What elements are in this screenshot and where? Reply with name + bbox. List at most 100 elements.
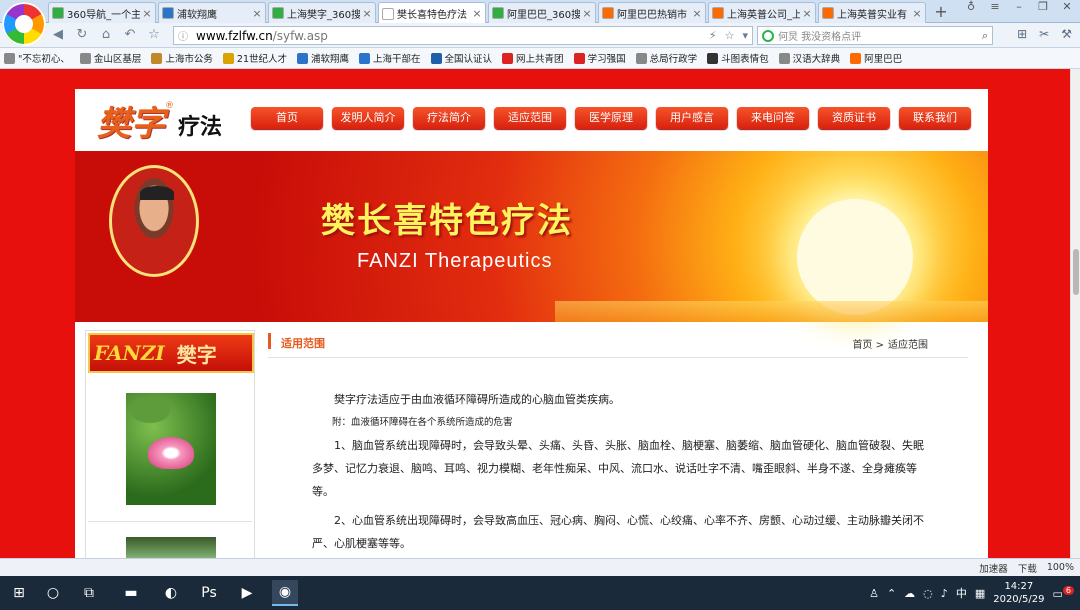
browser-tab[interactable]: 上海樊字_360搜 × <box>268 2 376 23</box>
bookmark-icon <box>4 52 15 64</box>
tray-expand-icon[interactable]: ⌃ <box>887 587 896 600</box>
nav-item[interactable]: 资质证书 <box>818 107 890 129</box>
notification-icon[interactable]: ▭ 6 <box>1053 585 1074 600</box>
bookmark-item[interactable]: 总局行政学 <box>635 51 697 65</box>
search-icon[interactable]: ⌕ <box>982 29 988 43</box>
browser-tab[interactable]: 阿里巴巴热销市 × <box>598 2 706 23</box>
bookmark-item[interactable]: 上海市公务 <box>151 51 213 65</box>
address-bar[interactable]: ⓘ www.fzlfw.cn /syfw.asp ⚡ ☆ ▾ <box>173 26 753 45</box>
tab-label: 上海英普公司_上 <box>727 9 800 21</box>
keyboard-icon[interactable]: ▦ <box>975 587 985 600</box>
tab-close-icon[interactable]: × <box>252 7 262 20</box>
minimize-icon[interactable]: – <box>1010 0 1028 14</box>
page-info-icon[interactable]: ⓘ <box>178 28 192 43</box>
browser-logo-icon[interactable] <box>2 2 46 46</box>
close-icon[interactable]: ✕ <box>1058 0 1076 14</box>
ime-indicator[interactable]: 中 <box>956 585 967 601</box>
scrollbar-thumb[interactable] <box>1073 249 1079 295</box>
bookmark-item[interactable]: 全国认证认 <box>430 51 492 65</box>
browser-taskbar-icon[interactable]: ◉ <box>272 580 298 606</box>
task-view-icon[interactable]: ⧉ <box>76 580 102 606</box>
cut-icon[interactable]: ✂ <box>1039 27 1049 41</box>
bookmark-item[interactable]: 斗图表情包 <box>707 51 769 65</box>
bookmark-item[interactable]: 学习强国 <box>573 51 626 65</box>
tab-close-icon[interactable]: × <box>362 7 372 20</box>
search-icon[interactable]: ○ <box>40 580 66 606</box>
cloud-icon[interactable]: ☁ <box>904 587 915 600</box>
bookmark-item[interactable]: "不忘初心、 <box>4 51 70 65</box>
clock[interactable]: 14:27 2020/5/29 <box>993 580 1044 606</box>
new-tab-button[interactable]: + <box>929 3 953 22</box>
nav-item[interactable]: 疗法简介 <box>413 107 485 129</box>
bookmark-item[interactable]: 浦软翔鹰 <box>297 51 349 65</box>
inventor-portrait <box>109 165 199 277</box>
bookmark-icon <box>359 52 371 64</box>
tab-close-icon[interactable]: × <box>802 7 812 20</box>
back-icon[interactable]: ◀ <box>50 27 66 43</box>
nav-item[interactable]: 首页 <box>251 107 323 129</box>
nav-item[interactable]: 来电问答 <box>737 107 809 129</box>
site-logo[interactable]: 樊字 ® 疗法 <box>97 95 222 145</box>
download-button[interactable]: 下载 <box>1018 561 1037 575</box>
windows-start-icon[interactable]: ⊞ <box>6 580 32 606</box>
bookmark-item[interactable]: 金山区基层 <box>79 51 141 65</box>
search-input[interactable]: 何炅 我没资格点评 ⌕ <box>757 26 993 45</box>
bookmark-item[interactable]: 网上共青团 <box>502 51 564 65</box>
network-icon[interactable]: ◌ <box>923 587 933 600</box>
search-engine-icon[interactable] <box>762 29 774 42</box>
bookmark-item[interactable]: 21世纪人才 <box>222 51 287 65</box>
favorite-icon[interactable]: ☆ <box>725 29 735 42</box>
tab-favicon-icon <box>52 7 64 19</box>
photoshop-icon[interactable]: Ps <box>196 580 222 606</box>
star-icon[interactable]: ☆ <box>146 27 162 43</box>
refresh-icon[interactable]: ↻ <box>74 27 90 43</box>
paragraph: 1、脑血管系统出现障碍时，会导致头晕、头痛、头昏、头胀、脑血栓、脑梗塞、脑萎缩、… <box>312 439 924 498</box>
bookmark-label: 上海市公务 <box>165 54 213 65</box>
browser-tab[interactable]: 上海英普实业有 × <box>818 2 926 23</box>
menu-icon[interactable]: ≡ <box>986 0 1004 14</box>
tools-icon[interactable]: ⚒ <box>1061 27 1072 41</box>
zoom-level[interactable]: 100% <box>1047 562 1074 573</box>
restore-icon[interactable]: ❐ <box>1034 0 1052 14</box>
tab-close-icon[interactable]: × <box>472 7 482 20</box>
dropdown-icon[interactable]: ▾ <box>742 29 748 42</box>
accelerator-button[interactable]: 加速器 <box>979 561 1008 575</box>
nav-item[interactable]: 医学原理 <box>575 107 647 129</box>
waterfall-image <box>126 537 216 558</box>
undo-icon[interactable]: ↶ <box>122 27 138 43</box>
apps-icon[interactable]: ⊞ <box>1017 27 1027 41</box>
tab-close-icon[interactable]: × <box>912 7 922 20</box>
bookmark-icon <box>502 52 514 64</box>
tab-strip: 360导航_一个主 × 浦软翔鹰 × 上海樊字_360搜 × 樊长喜特色疗法 × 阿里巴巴_36… <box>0 0 1080 46</box>
sidebar-logo-cn: 樊字 <box>176 342 217 367</box>
bookmark-icon <box>850 52 862 64</box>
browser-tab[interactable]: 阿里巴巴_360搜 × <box>488 2 596 23</box>
file-explorer-icon[interactable]: ▬ <box>118 580 144 606</box>
tab-close-icon[interactable]: × <box>142 7 152 20</box>
browser-tab[interactable]: 上海英普公司_上 × <box>708 2 816 23</box>
tab-close-icon[interactable]: × <box>692 7 702 20</box>
nav-item[interactable]: 联系我们 <box>899 107 971 129</box>
people-icon[interactable]: ♙ <box>869 587 879 600</box>
browser-tab[interactable]: 浦软翔鹰 × <box>158 2 266 23</box>
bookmark-label: 浦软翔鹰 <box>311 54 350 65</box>
home-icon[interactable]: ⌂ <box>98 27 114 43</box>
bookmark-item[interactable]: 阿里巴巴 <box>850 51 902 65</box>
sidebar-divider <box>88 521 252 522</box>
volume-icon[interactable]: ♪ <box>941 587 948 600</box>
page-scrollbar[interactable] <box>1070 69 1080 558</box>
tab-label: 樊长喜特色疗法 <box>397 10 467 21</box>
lightning-icon[interactable]: ⚡ <box>709 29 717 42</box>
shirt-icon[interactable]: ♁ <box>962 0 980 14</box>
bookmark-item[interactable]: 汉语大辞典 <box>778 51 840 65</box>
tab-close-icon[interactable]: × <box>582 7 592 20</box>
browser-tab[interactable]: 樊长喜特色疗法 × <box>378 2 486 24</box>
paint-icon[interactable]: ◐ <box>158 580 184 606</box>
bookmark-item[interactable]: 上海干部在 <box>359 51 421 65</box>
browser-tab[interactable]: 360导航_一个主 × <box>48 2 156 23</box>
media-player-icon[interactable]: ▶ <box>234 580 260 606</box>
breadcrumb-home[interactable]: 首页 > <box>852 336 884 351</box>
nav-item[interactable]: 用户感言 <box>656 107 728 129</box>
nav-item[interactable]: 发明人简介 <box>332 107 404 129</box>
nav-item[interactable]: 适应范围 <box>494 107 566 129</box>
